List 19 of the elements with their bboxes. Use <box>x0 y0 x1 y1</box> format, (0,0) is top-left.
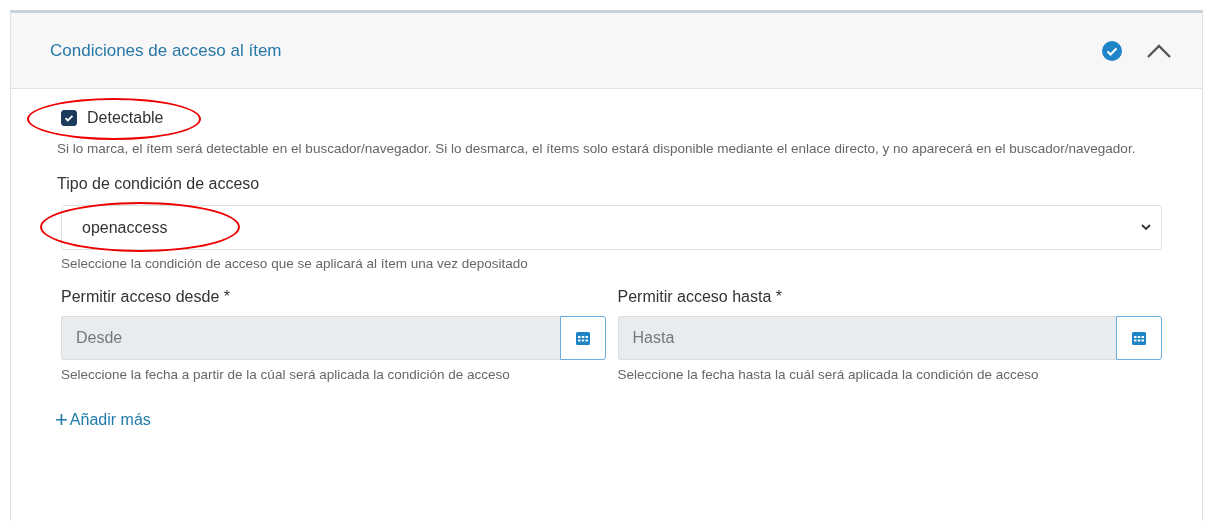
select-field[interactable]: openaccess <box>61 205 1162 250</box>
help-text: Seleccione la fecha hasta la cuál será aplicada la condición de acceso <box>617 366 1040 384</box>
check-icon <box>64 113 74 123</box>
help-text: Si lo marca, el ítem será detectable en el buscador/navegador. Si lo desmarca, el ítems solo estará disponible mediante el enlace directo, y no aparecerá en el buscador/navegador. <box>57 140 1137 158</box>
panel-title: Condiciones de acceso al ítem <box>50 40 282 61</box>
checkbox[interactable] <box>61 110 77 126</box>
chevron-icon[interactable] <box>1146 42 1172 59</box>
panel-header[interactable]: Condiciones de acceso al ítem <box>11 13 1202 89</box>
field-label: Tipo de condición de acceso <box>57 175 261 193</box>
help-text: Seleccione la fecha a partir de la cúal será aplicada la condición de acceso <box>61 366 511 384</box>
calendar-icon <box>1131 330 1147 346</box>
calendar-button[interactable] <box>1116 316 1162 360</box>
help-text: Seleccione la condición de acceso que se aplicará al ítem una vez depositado <box>61 255 529 273</box>
field-label: Permitir acceso hasta * <box>617 288 783 306</box>
checkbox-label: Detectable <box>87 109 164 127</box>
calendar-button[interactable] <box>559 316 606 360</box>
field-label: Permitir acceso desde * <box>61 288 231 306</box>
caret-icon <box>1141 224 1151 231</box>
calendar-icon <box>574 330 591 346</box>
